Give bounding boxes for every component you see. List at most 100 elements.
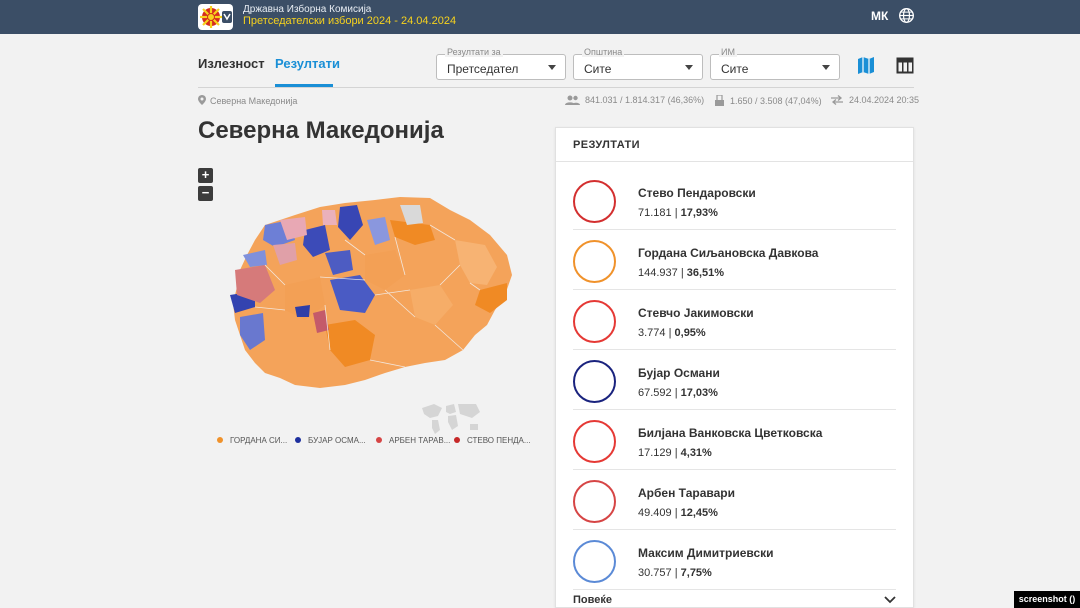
chevron-down-icon <box>822 65 830 70</box>
org-name: Државна Изборна Комисија <box>243 4 372 15</box>
candidate-vote-count: 71.181 <box>638 207 672 219</box>
breadcrumb-label: Северна Македонија <box>210 96 298 106</box>
candidate-vote-count: 67.592 <box>638 387 672 399</box>
candidate-row[interactable]: Стево Пендаровски 71.181 | 17,93% <box>573 170 896 230</box>
results-for-label: Резултати за <box>445 47 503 57</box>
candidate-percent: 36,51% <box>686 267 725 279</box>
candidate-name: Арбен Таравари <box>638 486 735 500</box>
results-for-select[interactable]: Резултати за Претседател <box>436 47 566 80</box>
map-region <box>295 305 310 317</box>
candidate-row[interactable]: Максим Димитриевски 30.757 | 7,75% <box>573 530 896 590</box>
legend-dot <box>376 437 382 443</box>
top-bar: Државна Изборна Комисија Претседателски … <box>0 0 1080 34</box>
candidate-percent: 12,45% <box>680 507 718 519</box>
more-button[interactable]: Повеќе <box>573 594 612 606</box>
candidate-avatar <box>573 480 616 523</box>
globe-icon[interactable] <box>898 7 915 24</box>
updated-stat: 24.04.2024 20:35 <box>830 95 919 105</box>
location-pin-icon <box>198 95 206 105</box>
candidate-votes: 144.937 | 36,51% <box>638 267 725 279</box>
chevron-down-icon[interactable] <box>884 596 896 604</box>
candidate-row[interactable]: Билјана Ванковска Цветковска 17.129 | 4,… <box>573 410 896 470</box>
legend-label: АРБЕН ТАРАВ... <box>389 436 451 445</box>
municipality-map[interactable] <box>225 195 515 395</box>
candidate-vote-count: 17.129 <box>638 447 672 459</box>
candidate-row[interactable]: Бујар Османи 67.592 | 17,03% <box>573 350 896 410</box>
voters-icon <box>565 95 580 105</box>
legend-dot <box>454 437 460 443</box>
candidate-percent: 4,31% <box>680 447 712 459</box>
results-panel-title: РЕЗУЛТАТИ <box>573 139 640 151</box>
tab-results[interactable]: Резултати <box>275 56 340 71</box>
candidate-avatar <box>573 240 616 283</box>
updated-value: 24.04.2024 20:35 <box>849 95 920 105</box>
candidate-row[interactable]: Гордана Сиљановска Давкова 144.937 | 36,… <box>573 230 896 290</box>
candidate-avatar <box>573 420 616 463</box>
language-switch[interactable]: МК <box>871 9 888 23</box>
map-legend: ГОРДАНА СИ... БУЈАР ОСМА... АРБЕН ТАРАВ.… <box>217 436 547 450</box>
candidate-row[interactable]: Арбен Таравари 49.409 | 12,45% <box>573 470 896 530</box>
polling-stations-stat: 1.650 / 3.508 (47,04%) <box>714 94 822 106</box>
map-view-icon[interactable] <box>857 56 875 75</box>
results-panel-header: РЕЗУЛТАТИ <box>556 128 913 162</box>
candidate-percent: 7,75% <box>680 567 712 579</box>
candidate-name: Стево Пендаровски <box>638 186 756 200</box>
legend-label: СТЕВО ПЕНДА... <box>467 436 531 445</box>
voters-value: 841.031 / 1.814.317 (46,36%) <box>585 95 705 105</box>
legend-item: ГОРДАНА СИ... <box>217 436 287 445</box>
table-view-icon[interactable] <box>896 57 914 74</box>
refresh-icon <box>831 95 843 105</box>
candidate-name: Бујар Османи <box>638 366 720 380</box>
legend-item: АРБЕН ТАРАВ... <box>376 436 450 445</box>
candidate-votes: 17.129 | 4,31% <box>638 447 712 459</box>
municipality-select[interactable]: Општина Сите <box>573 47 703 80</box>
zoom-in-button[interactable]: + <box>198 168 213 183</box>
tab-turnout[interactable]: Излезност <box>198 56 265 71</box>
breadcrumb: Северна Македонија <box>198 95 297 106</box>
logo-icon[interactable] <box>197 3 234 31</box>
candidate-name: Билјана Ванковска Цветковска <box>638 426 823 440</box>
candidate-avatar <box>573 540 616 583</box>
legend-item: БУЈАР ОСМА... <box>295 436 366 445</box>
results-panel: РЕЗУЛТАТИ Стево Пендаровски 71.181 | 17,… <box>555 127 914 608</box>
im-select[interactable]: ИМ Сите <box>710 47 840 80</box>
screenshot-badge: screenshot () <box>1014 591 1080 608</box>
candidate-avatar <box>573 300 616 343</box>
candidate-name: Максим Димитриевски <box>638 546 774 560</box>
chevron-down-icon <box>685 65 693 70</box>
results-for-value: Претседател <box>447 62 519 76</box>
candidate-name: Стевчо Јакимовски <box>638 306 754 320</box>
candidate-votes: 67.592 | 17,03% <box>638 387 718 399</box>
candidate-percent: 0,95% <box>674 327 706 339</box>
ballot-box-icon <box>715 94 724 106</box>
candidate-avatar <box>573 360 616 403</box>
candidate-vote-count: 3.774 <box>638 327 666 339</box>
candidate-votes: 3.774 | 0,95% <box>638 327 706 339</box>
candidate-votes: 49.409 | 12,45% <box>638 507 718 519</box>
divider <box>198 87 914 88</box>
candidate-vote-count: 49.409 <box>638 507 672 519</box>
candidate-row[interactable]: Стевчо Јакимовски 3.774 | 0,95% <box>573 290 896 350</box>
candidate-name: Гордана Сиљановска Давкова <box>638 246 819 260</box>
election-name: Претседателски избори 2024 - 24.04.2024 <box>243 15 457 27</box>
candidate-percent: 17,03% <box>680 387 718 399</box>
polling-stations-value: 1.650 / 3.508 (47,04%) <box>730 96 822 106</box>
legend-label: БУЈАР ОСМА... <box>308 436 366 445</box>
world-minimap <box>422 404 480 434</box>
legend-dot <box>295 437 301 443</box>
legend-label: ГОРДАНА СИ... <box>230 436 288 445</box>
municipality-label: Општина <box>582 47 625 57</box>
candidate-percent: 17,93% <box>680 207 718 219</box>
zoom-out-button[interactable]: − <box>198 186 213 201</box>
chevron-down-icon <box>548 65 556 70</box>
candidate-vote-count: 144.937 <box>638 267 678 279</box>
candidate-avatar <box>573 180 616 223</box>
voters-stat: 841.031 / 1.814.317 (46,36%) <box>565 95 704 105</box>
legend-item: СТЕВО ПЕНДА... <box>454 436 531 445</box>
candidate-votes: 30.757 | 7,75% <box>638 567 712 579</box>
municipality-value: Сите <box>584 62 612 76</box>
page-title: Северна Македонија <box>198 117 444 144</box>
im-value: Сите <box>721 62 749 76</box>
legend-dot <box>217 437 223 443</box>
map-region <box>322 210 337 225</box>
